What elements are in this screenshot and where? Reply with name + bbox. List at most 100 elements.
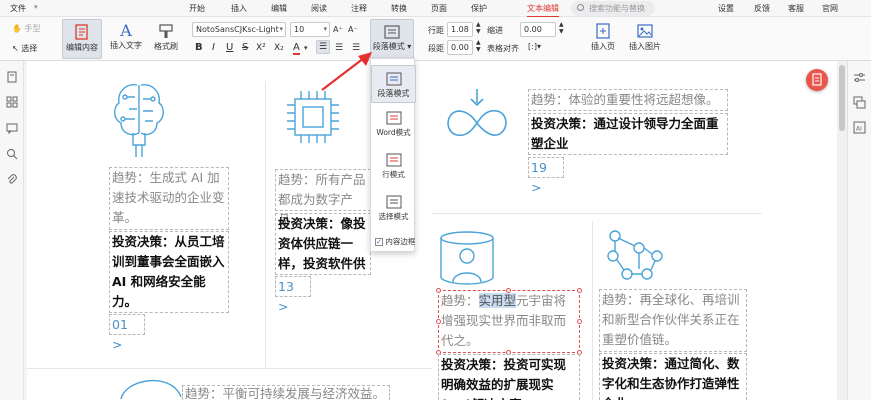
menu-annotate[interactable]: 注释 <box>351 3 367 14</box>
insert-image-button[interactable]: 插入图片 <box>625 19 665 59</box>
menu-read[interactable]: 阅读 <box>311 3 327 14</box>
translate-icon[interactable] <box>853 96 866 109</box>
checkbox-icon[interactable]: ✓ <box>375 238 383 246</box>
thumbnails-icon[interactable] <box>6 96 18 108</box>
right-sidebar: AI <box>847 61 871 400</box>
resize-handle[interactable] <box>436 319 441 324</box>
insert-image-label: 插入图片 <box>629 42 661 51</box>
underline-icon[interactable]: U <box>226 42 233 54</box>
search-input[interactable]: 搜索功能与替换 <box>571 1 655 16</box>
strikethrough-icon[interactable]: S <box>242 42 248 54</box>
comment-icon[interactable] <box>6 122 18 134</box>
menu-settings[interactable]: 设置 <box>718 3 734 14</box>
chevron-down-icon[interactable]: ▾ <box>304 42 308 54</box>
italic-icon[interactable]: I <box>212 42 215 54</box>
select-tool[interactable]: ↖ 选择 <box>12 43 37 54</box>
menu-website[interactable]: 官网 <box>822 3 838 14</box>
trend-text-1[interactable]: 趋势：生成式 AI 加速技术驱动的企业变革。 <box>109 167 229 230</box>
decision-text-1[interactable]: 投资决策：从员工培训到董事会全面嵌入 AI 和网络安全能力。 <box>109 231 229 313</box>
option-label: 段落模式 <box>377 89 410 98</box>
option-word-mode[interactable]: Word模式 <box>371 109 416 147</box>
format-brush-button[interactable]: 格式刷 <box>148 19 184 59</box>
option-paragraph-mode[interactable]: 段落模式 <box>371 65 416 103</box>
font-grow-icon[interactable]: A⁺ <box>333 24 343 36</box>
edit-content-button[interactable]: 编辑内容 <box>62 19 102 59</box>
resize-handle[interactable] <box>577 288 582 293</box>
resize-handle[interactable] <box>577 319 582 324</box>
trend-text-2[interactable]: 趋势：所有产品都成为数字产品。 <box>275 169 371 227</box>
stepper-icon[interactable]: ▲ ▼ <box>476 39 481 53</box>
menu-service[interactable]: 客服 <box>788 3 804 14</box>
sustainability-icon <box>120 380 182 400</box>
image-icon <box>637 24 653 38</box>
page-link-01[interactable]: 01 > <box>109 314 145 352</box>
menu-convert[interactable]: 转换 <box>391 3 407 14</box>
menu-protect[interactable]: 保护 <box>471 3 487 14</box>
trend-prefix: 趋势： <box>441 293 479 308</box>
bold-icon[interactable]: B <box>195 42 203 54</box>
ai-brain-icon <box>114 84 164 157</box>
trend-text-6[interactable]: 趋势：平衡可持续发展与经济效益。 <box>182 385 390 400</box>
page-link-19[interactable]: 19 > <box>528 157 564 195</box>
trend-text-3[interactable]: 趋势：体验的重要性将远超想像。 <box>528 89 728 111</box>
menu-file[interactable]: 文件 <box>10 3 26 14</box>
chip-icon <box>287 91 339 143</box>
para-spacing-label: 段距 <box>428 44 444 53</box>
ai-icon[interactable]: AI <box>853 121 866 134</box>
cursor-icon: ↖ <box>12 44 19 53</box>
trend-text-4[interactable]: 趋势：实用型元宇宙将增强现实世界而非取而代之。 <box>438 290 580 353</box>
bookmark-icon[interactable] <box>6 71 18 83</box>
resize-handle[interactable] <box>506 288 511 293</box>
option-label: 选择模式 <box>378 212 409 221</box>
decision-text-2[interactable]: 投资决策：像投资体供应链一样，投资软件供应链。 <box>275 213 371 275</box>
paragraph-mode-icon <box>386 72 401 86</box>
network-nodes-icon <box>607 230 663 280</box>
table-align-icon[interactable]: [:]▾ <box>528 41 541 53</box>
option-select-mode[interactable]: 选择模式 <box>371 193 416 231</box>
insert-text-label: 插入文字 <box>110 41 142 50</box>
menu-bar: 文件 ▾ 开始 插入 编辑 阅读 注释 转换 页面 保护 文本编辑 搜索功能与替… <box>0 0 871 18</box>
format-brush-label: 格式刷 <box>154 42 178 51</box>
menu-edit[interactable]: 编辑 <box>271 3 287 14</box>
selected-text[interactable]: 实用型 <box>478 293 517 308</box>
stepper-icon[interactable]: ▲ ▼ <box>559 21 564 35</box>
insert-text-button[interactable]: A 插入文字 <box>106 19 146 59</box>
option-line-mode[interactable]: 行模式 <box>371 151 416 189</box>
menu-insert[interactable]: 插入 <box>231 3 247 14</box>
toolbar: ✋ 手型 ↖ 选择 编辑内容 A 插入文字 格式刷 NotoSansCJKsc-… <box>0 17 871 61</box>
indent-input[interactable]: 0.00 <box>520 22 556 37</box>
insert-page-button[interactable]: 插入页 <box>585 19 621 59</box>
font-size-select[interactable]: 10 ▾ <box>290 22 330 37</box>
decision-text-3[interactable]: 投资决策：通过设计领导力全面重塑企业 <box>528 113 728 155</box>
content-border-toggle[interactable]: ✓ 内容边框 <box>375 236 415 247</box>
line-spacing-value: 1.08 <box>451 25 469 34</box>
decision-text-5[interactable]: 投资决策：通过简化、数字化和生态协作打造弹性企业 <box>599 353 747 400</box>
hand-tool[interactable]: ✋ 手型 <box>12 23 41 34</box>
menu-text-edit[interactable]: 文本编辑 <box>527 3 559 18</box>
menu-page[interactable]: 页面 <box>431 3 447 14</box>
trend-text-5[interactable]: 趋势：再全球化、再培训和新型合作伙伴关系正在重塑价值链。 <box>599 289 747 352</box>
line-spacing-input[interactable]: 1.08 <box>447 22 473 37</box>
attachment-icon[interactable] <box>6 174 18 186</box>
divider <box>265 81 266 368</box>
para-spacing-input[interactable]: 0.00 <box>447 40 473 55</box>
search-icon[interactable] <box>6 148 18 160</box>
settings-sliders-icon[interactable] <box>853 71 866 84</box>
vertical-scrollbar[interactable] <box>837 61 847 400</box>
font-shrink-icon[interactable]: A⁻ <box>348 24 358 36</box>
chevron-down-icon[interactable]: ▾ <box>34 3 38 11</box>
font-family-select[interactable]: NotoSansCJKsc-Light ▾ <box>192 22 286 37</box>
decision-text-4[interactable]: 投资决策：投资可实现明确效益的扩展现实(XR)解决方案 <box>438 354 580 400</box>
stepper-icon[interactable]: ▲ ▼ <box>476 21 481 35</box>
menu-start[interactable]: 开始 <box>189 3 205 14</box>
page-link-13[interactable]: 13 > <box>275 276 311 314</box>
menu-feedback[interactable]: 反馈 <box>754 3 770 14</box>
pdf-tool-button[interactable] <box>806 69 828 91</box>
subscript-icon[interactable]: X₂ <box>274 42 284 54</box>
resize-handle[interactable] <box>436 288 441 293</box>
edit-content-label: 编辑内容 <box>66 43 98 52</box>
scrollbar-thumb[interactable] <box>839 65 845 131</box>
font-color-icon[interactable]: A <box>293 42 300 55</box>
superscript-icon[interactable]: X² <box>256 42 266 54</box>
divider <box>592 221 593 400</box>
